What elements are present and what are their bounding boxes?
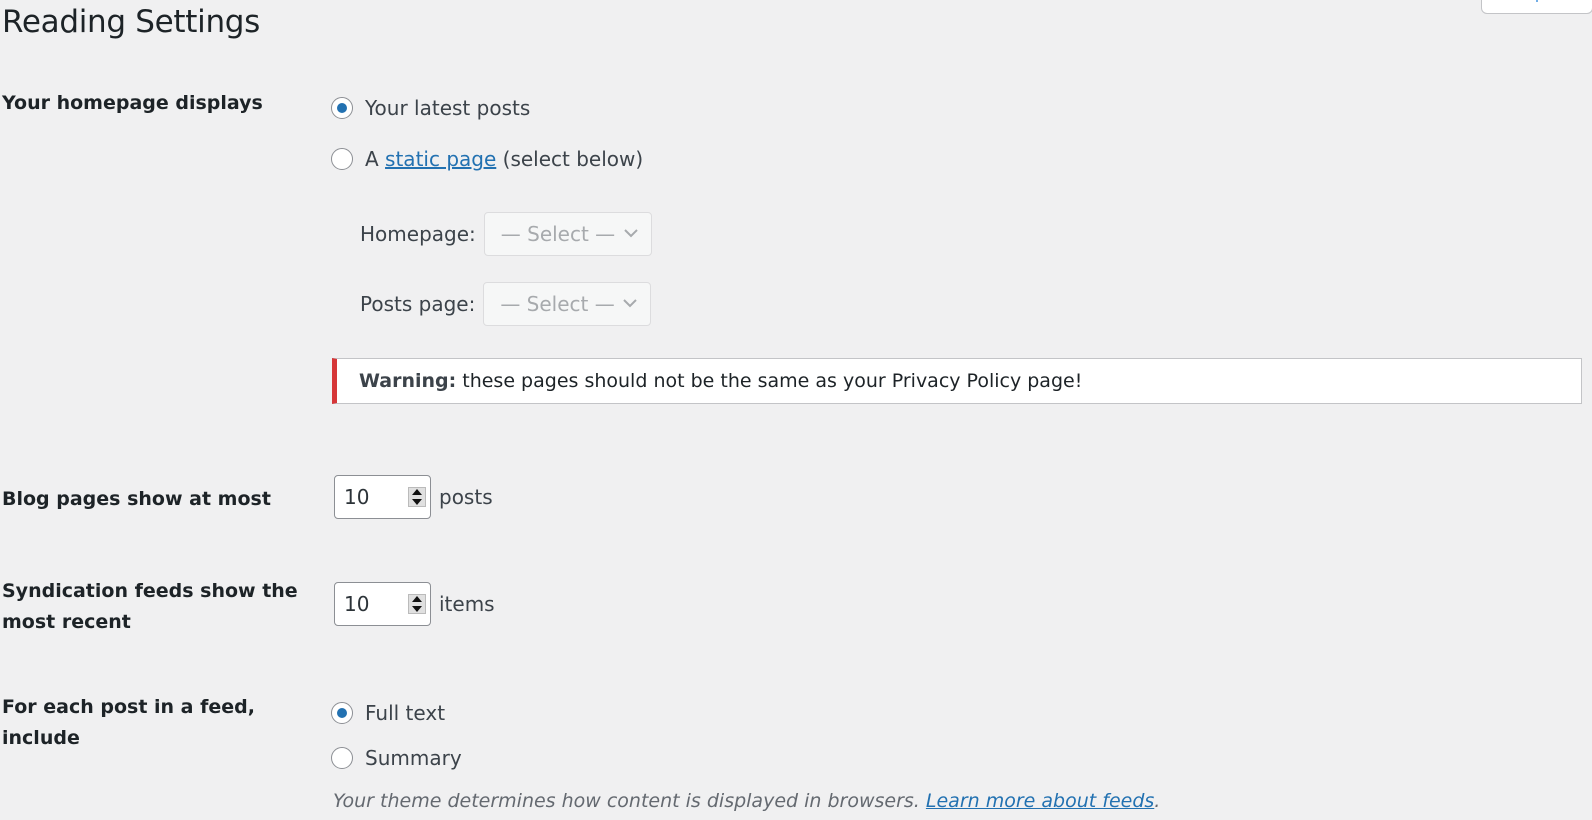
radio-button-unchecked[interactable] bbox=[331, 148, 353, 170]
radio-button-checked[interactable] bbox=[331, 702, 353, 724]
feed-description-suffix: . bbox=[1154, 790, 1161, 812]
radio-full-text-label: Full text bbox=[365, 701, 446, 725]
warning-strong: Warning: bbox=[359, 370, 457, 392]
posts-page-select-label: Posts page: bbox=[360, 292, 476, 316]
blog-pages-label: Blog pages show at most bbox=[2, 488, 271, 510]
arrow-down-icon bbox=[412, 499, 422, 505]
posts-page-select-value: — Select — bbox=[500, 292, 615, 316]
blog-pages-row: 10 posts bbox=[334, 475, 493, 519]
homepage-select-label: Homepage: bbox=[360, 222, 476, 246]
warning-text: these pages should not be the same as yo… bbox=[462, 370, 1083, 392]
feed-content-label: For each post in a feed, include bbox=[2, 696, 255, 749]
homepage-displays-label: Your homepage displays bbox=[2, 92, 263, 114]
chevron-down-icon bbox=[623, 299, 638, 308]
radio-button-unchecked[interactable] bbox=[331, 747, 353, 769]
radio-summary[interactable]: Summary bbox=[331, 746, 462, 770]
radio-full-text[interactable]: Full text bbox=[331, 701, 445, 725]
number-spinner[interactable] bbox=[408, 487, 426, 507]
homepage-select-value: — Select — bbox=[500, 222, 616, 246]
tab-caret-icon bbox=[1536, 0, 1538, 2]
blog-pages-unit: posts bbox=[439, 485, 493, 509]
static-page-link[interactable]: static page bbox=[385, 147, 496, 171]
static-page-prefix: A bbox=[365, 147, 379, 171]
help-tab-button[interactable] bbox=[1481, 0, 1592, 14]
feeds-unit: items bbox=[439, 592, 495, 616]
chevron-down-icon bbox=[624, 229, 638, 238]
radio-button-checked[interactable] bbox=[331, 97, 353, 119]
feed-description: Your theme determines how content is dis… bbox=[333, 790, 1160, 812]
blog-pages-value: 10 bbox=[344, 485, 370, 509]
arrow-down-icon bbox=[412, 606, 422, 612]
arrow-up-icon bbox=[412, 596, 422, 602]
homepage-select[interactable]: — Select — bbox=[483, 212, 652, 256]
feeds-input[interactable]: 10 bbox=[334, 582, 431, 626]
feeds-row: 10 items bbox=[334, 582, 495, 626]
syndication-feeds-label: Syndication feeds show the most recent bbox=[2, 580, 298, 633]
feeds-value: 10 bbox=[344, 592, 370, 616]
posts-page-select[interactable]: — Select — bbox=[483, 282, 652, 326]
radio-static-page[interactable]: A static page (select below) bbox=[331, 147, 643, 171]
posts-page-select-row: Posts page: — Select — bbox=[360, 282, 652, 326]
page-title: Reading Settings bbox=[2, 4, 261, 40]
feed-description-text: Your theme determines how content is dis… bbox=[333, 790, 920, 812]
static-page-suffix: (select below) bbox=[502, 147, 644, 171]
radio-latest-posts-label: Your latest posts bbox=[365, 96, 531, 120]
blog-pages-input[interactable]: 10 bbox=[334, 475, 431, 519]
radio-latest-posts[interactable]: Your latest posts bbox=[331, 96, 530, 120]
arrow-up-icon bbox=[412, 489, 422, 495]
learn-more-feeds-link[interactable]: Learn more about feeds bbox=[926, 790, 1154, 812]
number-spinner[interactable] bbox=[408, 594, 426, 614]
privacy-warning-notice: Warning: these pages should not be the s… bbox=[332, 358, 1582, 404]
radio-summary-label: Summary bbox=[365, 746, 462, 770]
homepage-select-row: Homepage: — Select — bbox=[360, 212, 652, 256]
